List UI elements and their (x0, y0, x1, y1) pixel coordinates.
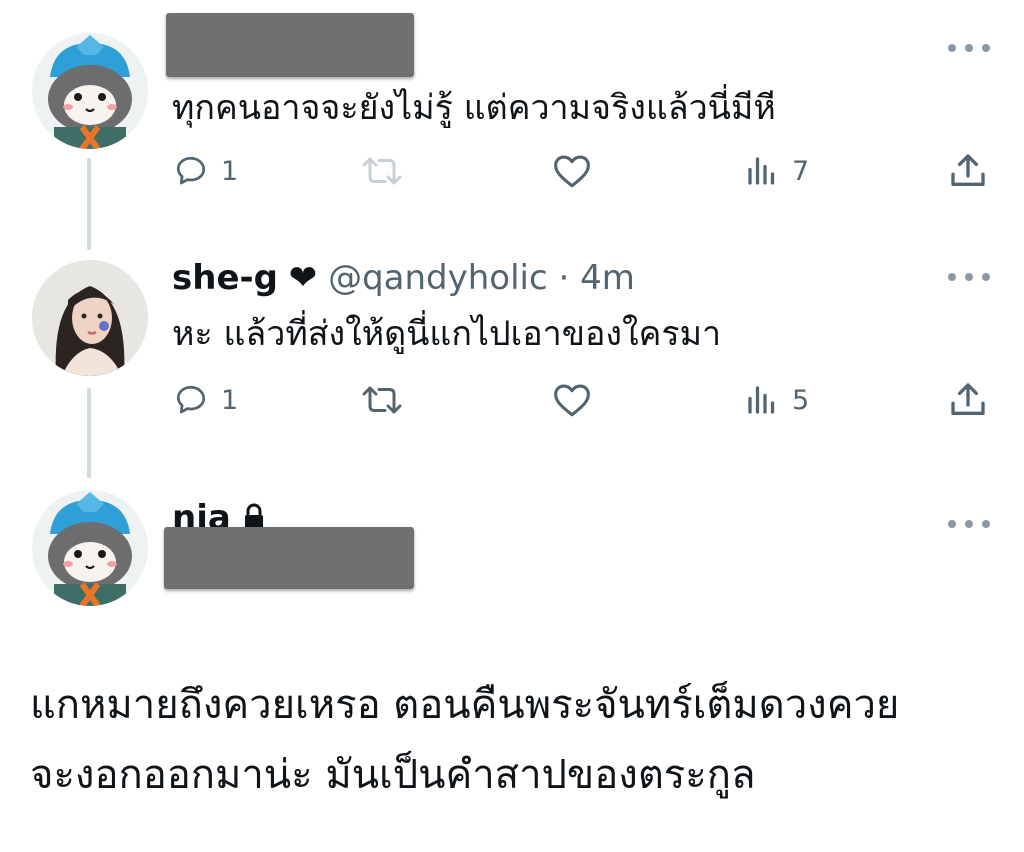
views-button[interactable]: 7 (744, 147, 809, 195)
share-icon (951, 383, 985, 415)
views-icon (748, 386, 775, 414)
retweet-button[interactable] (359, 376, 417, 424)
views-count: 7 (792, 155, 810, 187)
reply-button[interactable]: 1 (173, 147, 238, 195)
views-icon (748, 157, 775, 185)
compose-text[interactable]: แกหมายถึงควยเหรอ ตอนคืนพระจันทร์เต็มดวงค… (30, 670, 1000, 810)
tweet-text: ทุกคนอาจจะยังไม่รู้ แต่ความจริงแล้วนี่มี… (172, 88, 776, 128)
views-count: 5 (792, 384, 810, 416)
redaction-block (166, 13, 414, 77)
more-icon[interactable] (948, 38, 990, 58)
separator: · (558, 258, 570, 298)
redaction-block (164, 527, 414, 589)
thread-line (87, 158, 91, 250)
views-button[interactable]: 5 (744, 376, 809, 424)
retweet-icon (362, 157, 402, 185)
avatar-hamster[interactable] (32, 33, 148, 149)
more-icon[interactable] (948, 267, 990, 287)
reply-icon (176, 385, 206, 414)
retweet-button[interactable] (359, 147, 417, 195)
timestamp[interactable]: 4m (580, 258, 635, 298)
share-button[interactable] (948, 147, 988, 195)
reply-count: 1 (221, 384, 239, 416)
more-icon[interactable] (948, 514, 990, 534)
reply-icon (176, 156, 206, 185)
reply-count: 1 (221, 155, 239, 187)
heart-badge-icon: ❤ (288, 258, 318, 298)
compose-text-line: จะงอกออกมาน่ะ มันเป็นคำสาปของตระกูล (30, 752, 756, 798)
like-button[interactable] (552, 147, 592, 195)
compose-text-line: แกหมายถึงควยเหรอ ตอนคืนพระจันทร์เต็มดวงค… (30, 682, 900, 728)
avatar-she-g[interactable] (32, 260, 148, 376)
avatar-hamster[interactable] (32, 490, 148, 606)
heart-icon (554, 384, 590, 417)
display-name[interactable]: she-g (172, 258, 278, 298)
tweet-text: หะ แล้วที่ส่งให้ดูนี่แกไปเอาของใครมา (172, 314, 722, 354)
heart-icon (554, 155, 590, 188)
tweet-header: she-g ❤ @qandyholic · 4m (172, 256, 635, 300)
share-button[interactable] (948, 376, 988, 424)
handle[interactable]: @qandyholic (328, 258, 548, 298)
share-icon (951, 154, 985, 186)
retweet-icon (362, 386, 402, 414)
like-button[interactable] (552, 376, 592, 424)
reply-button[interactable]: 1 (173, 376, 238, 424)
thread-line (87, 388, 91, 478)
